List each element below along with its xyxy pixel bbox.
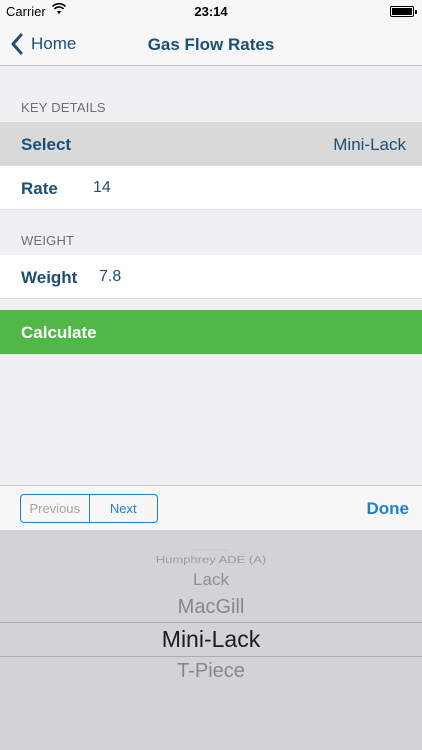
rate-label: Rate xyxy=(21,179,58,198)
clock: 23:14 xyxy=(194,4,228,19)
select-value: Mini-Lack xyxy=(333,135,406,154)
page-title: Gas Flow Rates xyxy=(147,35,275,54)
calculate-button[interactable]: Calculate xyxy=(0,310,422,354)
status-bar: Carrier 23:14 xyxy=(0,0,422,22)
keyboard-toolbar: Previous Next Done xyxy=(0,485,422,530)
key-details-header: KEY DETAILS xyxy=(21,100,106,115)
previous-button[interactable]: Previous xyxy=(21,495,90,522)
picker-selection-bottom-line xyxy=(0,656,422,657)
weight-section-header: WEIGHT xyxy=(21,233,75,248)
picker-item[interactable]: MacGill xyxy=(0,596,422,619)
rate-row[interactable]: Rate 14 xyxy=(0,166,422,210)
navigation-bar: Home Gas Flow Rates xyxy=(0,22,422,66)
picker-item[interactable]: Lack xyxy=(0,570,422,590)
select-row[interactable]: Select Mini-Lack xyxy=(0,122,422,166)
weight-label: Weight xyxy=(21,268,78,287)
calculate-label: Calculate xyxy=(21,323,97,342)
prev-next-control: Previous Next xyxy=(20,494,158,523)
weight-input[interactable]: 7.8 xyxy=(99,268,121,286)
picker-item[interactable]: Humphrey ADE (A) xyxy=(0,554,422,565)
picker-item[interactable]: T-Piece xyxy=(0,660,422,683)
rate-input[interactable]: 14 xyxy=(93,179,111,197)
picker-item-selected[interactable]: Mini-Lack xyxy=(0,626,422,653)
picker-selection-top-line xyxy=(0,622,422,623)
battery-icon xyxy=(390,6,417,17)
select-label: Select xyxy=(21,135,72,154)
done-button[interactable]: Done xyxy=(367,499,410,519)
picker-wheel[interactable]: ‒‒‒‒‒ Humphrey ADE (A) Lack MacGill Mini… xyxy=(0,530,422,750)
weight-row[interactable]: Weight 7.8 xyxy=(0,255,422,299)
next-button[interactable]: Next xyxy=(90,495,158,522)
